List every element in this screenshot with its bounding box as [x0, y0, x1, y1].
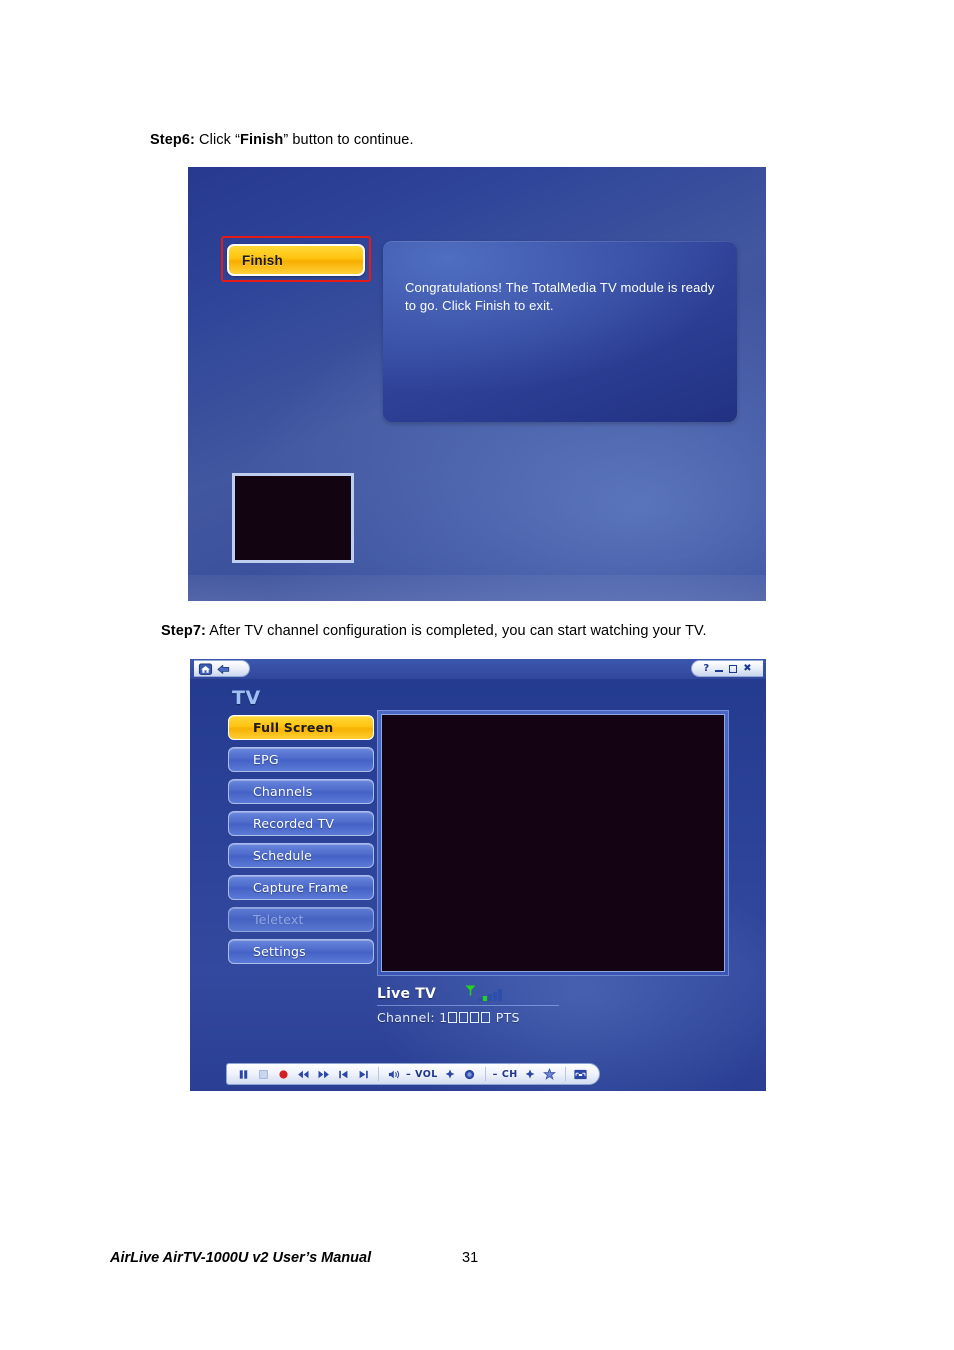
help-button[interactable]: ? [703, 663, 709, 674]
tv-side-menu: Full Screen EPG Channels Recorded TV Sch… [228, 715, 374, 971]
step6-label: Step6: [150, 132, 195, 148]
menu-item-settings[interactable]: Settings [228, 939, 374, 964]
menu-item-label: Full Screen [253, 720, 334, 735]
tv-status-area: Live TV Channel: 1 PTS [377, 984, 729, 1025]
menu-item-label: Recorded TV [253, 816, 335, 831]
window-buttons-group: ? ✖ [691, 660, 763, 677]
finish-button-label: Finish [242, 252, 283, 268]
step6-text-before: Click “ [194, 132, 241, 148]
status-underline [377, 1005, 559, 1006]
step6-text-after: ” button to continue. [283, 132, 414, 148]
video-panel[interactable] [377, 710, 729, 976]
menu-item-epg[interactable]: EPG [228, 747, 374, 772]
close-icon[interactable]: ✖ [743, 663, 751, 674]
live-tv-label: Live TV [377, 986, 436, 1002]
step7-label: Step7: [161, 623, 206, 639]
playback-control-bar: – VOL – CH [226, 1063, 600, 1085]
video-preview-thumbnail [232, 473, 354, 563]
mute-icon[interactable] [460, 1065, 480, 1083]
menu-item-capture-frame[interactable]: Capture Frame [228, 875, 374, 900]
speaker-icon[interactable] [384, 1065, 404, 1083]
missing-glyph-4 [481, 1012, 491, 1023]
channel-suffix: PTS [495, 1010, 520, 1025]
back-arrow-icon[interactable] [216, 662, 231, 676]
screenshot-totalmedia-tv: ? ✖ TV Full Screen EPG Channels Recorded… [190, 659, 766, 1091]
menu-item-label: Capture Frame [253, 880, 349, 895]
home-icon[interactable] [198, 662, 213, 676]
menu-item-label: Teletext [253, 912, 304, 927]
signal-bar-2 [483, 996, 487, 1001]
menu-item-label: EPG [253, 752, 279, 767]
rewind-icon[interactable] [293, 1065, 313, 1083]
missing-glyph-1 [448, 1012, 458, 1023]
minimize-icon[interactable] [715, 670, 724, 672]
page-footer: AirLive AirTV-1000U v2 User’s Manual 31 [110, 1250, 870, 1266]
nav-pill [194, 660, 250, 677]
step6-caption: Step6: Click “Finish” button to continue… [150, 132, 414, 148]
volume-plus-button[interactable] [440, 1065, 460, 1083]
step7-text: After TV channel configuration is comple… [205, 623, 707, 639]
channel-prefix: Channel: 1 [377, 1010, 448, 1025]
missing-glyph-3 [470, 1012, 480, 1023]
step7-caption: Step7: After TV channel configuration is… [161, 623, 707, 639]
step6-emphasis: Finish [240, 132, 284, 148]
antenna-icon [464, 982, 477, 1001]
fast-forward-icon[interactable] [313, 1065, 333, 1083]
fullscreen-icon[interactable] [571, 1065, 591, 1083]
control-divider-1 [378, 1067, 379, 1081]
finish-button[interactable]: Finish [227, 244, 365, 276]
manual-title: AirLive AirTV-1000U v2 User’s Manual [110, 1250, 372, 1266]
menu-item-recorded-tv[interactable]: Recorded TV [228, 811, 374, 836]
channel-minus-button[interactable]: – [491, 1069, 500, 1080]
signal-bar-4 [493, 992, 497, 1001]
menu-item-label: Channels [253, 784, 313, 799]
menu-item-channels[interactable]: Channels [228, 779, 374, 804]
menu-item-full-screen[interactable]: Full Screen [228, 715, 374, 740]
volume-label: VOL [415, 1068, 438, 1080]
signal-bar-3 [488, 994, 492, 1001]
maximize-icon[interactable] [729, 664, 738, 673]
control-divider-3 [564, 1067, 566, 1081]
signal-bar-1 [478, 998, 482, 1001]
tv-window-titlebar: ? ✖ [190, 659, 766, 679]
volume-minus-button[interactable]: – [404, 1069, 413, 1080]
channel-label: CH [501, 1068, 518, 1080]
menu-item-label: Schedule [253, 848, 313, 863]
congratulations-message: Congratulations! The TotalMedia TV modul… [405, 280, 715, 314]
status-row-mode: Live TV [377, 984, 729, 1004]
menu-item-label: Settings [253, 944, 306, 959]
channel-plus-button[interactable] [520, 1065, 540, 1083]
record-icon[interactable] [273, 1065, 293, 1083]
signal-bar-5 [498, 989, 502, 1001]
finish-button-highlight: Finish [221, 236, 371, 282]
screenshot-finish-wizard: Finish Congratulations! The TotalMedia T… [188, 167, 766, 601]
page-title: TV [232, 687, 261, 709]
page-number: 31 [462, 1250, 479, 1266]
congratulations-panel: Congratulations! The TotalMedia TV modul… [383, 241, 737, 422]
missing-glyph-2 [459, 1012, 469, 1023]
control-divider-2 [484, 1067, 486, 1081]
menu-item-teletext: Teletext [228, 907, 374, 932]
signal-strength-indicator [464, 985, 502, 1001]
previous-icon[interactable] [333, 1065, 353, 1083]
next-icon[interactable] [353, 1065, 373, 1083]
video-surface[interactable] [381, 714, 725, 972]
channel-status-text: Channel: 1 PTS [377, 1010, 729, 1025]
star-icon[interactable] [540, 1065, 560, 1083]
pause-icon[interactable] [233, 1065, 253, 1083]
stop-icon[interactable] [253, 1065, 273, 1083]
menu-item-schedule[interactable]: Schedule [228, 843, 374, 868]
